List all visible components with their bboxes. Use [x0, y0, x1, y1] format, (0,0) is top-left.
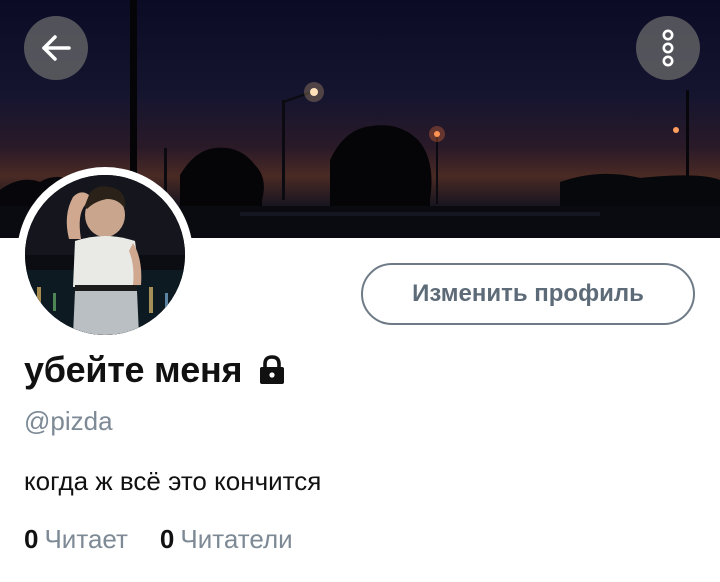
user-handle: @pizda [24, 406, 113, 436]
display-name: убейте меня [24, 349, 243, 390]
arrow-left-icon [42, 35, 71, 61]
followers-label: Читатели [180, 524, 293, 554]
profile-bio: когда ж всё это кончится [24, 466, 322, 496]
profile-stats: 0 Читает 0 Читатели [24, 524, 293, 555]
following-count: 0 [24, 524, 39, 554]
following-stat[interactable]: 0 Читает [24, 524, 128, 555]
avatar-photo [25, 175, 185, 335]
followers-count: 0 [159, 524, 175, 554]
vertical-dots-icon [662, 29, 674, 67]
edit-profile-button[interactable]: Изменить профиль [361, 263, 695, 325]
more-options-button[interactable] [636, 16, 700, 80]
following-label: Читает [44, 524, 128, 554]
avatar[interactable] [17, 167, 193, 343]
back-button[interactable] [24, 16, 88, 80]
display-name-row: убейте меня [24, 346, 286, 394]
lock-icon [258, 355, 286, 385]
followers-stat[interactable]: 0 Читатели [160, 524, 293, 555]
